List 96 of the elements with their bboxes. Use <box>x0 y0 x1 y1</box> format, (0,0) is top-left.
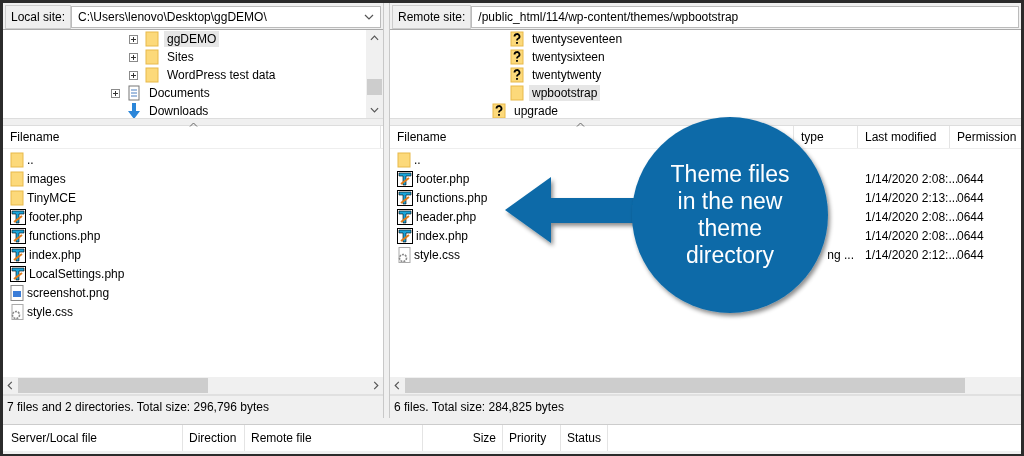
folder-icon <box>10 151 24 168</box>
scroll-left-icon[interactable] <box>7 381 13 390</box>
status-text: 7 files and 2 directories. Total size: 296,796 bytes <box>3 394 383 418</box>
scroll-left-icon[interactable] <box>394 381 400 390</box>
document-icon <box>127 85 141 101</box>
script-file-icon <box>397 227 413 244</box>
site-label: Local site: <box>5 4 72 29</box>
column-header[interactable]: Priority <box>509 431 547 445</box>
script-file-icon <box>10 227 26 244</box>
site-label: Remote site: <box>392 4 472 29</box>
scroll-up-icon[interactable] <box>370 35 379 41</box>
script-file-icon <box>397 208 413 225</box>
script-file-icon <box>397 189 413 206</box>
question-folder-icon <box>492 103 506 118</box>
table-cell: 0644 <box>957 190 984 205</box>
callout-text: Theme files in the new theme directory <box>670 161 790 269</box>
column-header[interactable]: Server/Local file <box>11 431 98 445</box>
gear-file-icon <box>10 303 24 320</box>
script-file-icon <box>10 265 26 282</box>
table-cell: 1/14/2020 2:08:... <box>865 209 959 224</box>
tree-item[interactable]: Documents <box>146 85 213 101</box>
column-header[interactable]: Filename <box>397 130 447 144</box>
scroll-right-icon[interactable] <box>373 381 379 390</box>
table-cell: 0644 <box>957 209 984 224</box>
file-name[interactable]: footer.php <box>390 170 470 187</box>
file-name[interactable]: .. <box>390 151 421 168</box>
folder-icon <box>145 31 159 47</box>
tree-item[interactable]: upgrade <box>511 103 562 118</box>
table-cell: 1/14/2020 2:12:... <box>865 247 959 262</box>
image-file-icon <box>10 284 24 301</box>
column-header[interactable]: type <box>801 130 824 144</box>
horizontal-scrollbar[interactable] <box>390 377 1021 394</box>
folder-icon <box>10 189 24 206</box>
folder-icon <box>145 49 159 65</box>
file-name[interactable]: images <box>3 170 66 187</box>
sort-caret-icon <box>576 122 585 127</box>
tree-item[interactable]: WordPress test data <box>164 67 279 83</box>
scroll-thumb[interactable] <box>367 79 382 95</box>
expand-icon[interactable] <box>111 88 120 98</box>
folder-icon <box>397 151 411 168</box>
question-folder-icon <box>510 67 524 83</box>
tree-item[interactable]: Downloads <box>146 103 212 118</box>
script-file-icon <box>397 170 413 187</box>
file-name[interactable]: style.css <box>3 303 73 320</box>
scrollbar[interactable] <box>366 30 383 118</box>
folder-icon <box>10 170 24 187</box>
dropdown-caret-icon <box>364 13 374 20</box>
folder-icon <box>145 67 159 83</box>
question-folder-icon <box>510 49 524 65</box>
path-field[interactable]: /public_html/114/wp-content/themes/wpbootstrap <box>471 5 1019 28</box>
table-cell: 0644 <box>957 247 984 262</box>
column-header[interactable]: Direction <box>189 431 237 445</box>
expand-icon[interactable] <box>129 52 138 62</box>
path-combobox[interactable]: C:\Users\lenovo\Desktop\ggDEMO\ <box>71 5 381 28</box>
file-name[interactable]: header.php <box>390 208 477 225</box>
table-cell: 1/14/2020 2:08:... <box>865 171 959 186</box>
gear-file-icon <box>397 246 411 263</box>
expand-icon[interactable] <box>129 70 138 80</box>
status-text: 6 files. Total size: 284,825 bytes <box>390 394 1021 418</box>
table-cell: ng ... <box>827 247 854 262</box>
pane-splitter[interactable] <box>390 118 1021 126</box>
sort-caret-icon <box>189 122 198 127</box>
scroll-down-icon[interactable] <box>370 107 379 113</box>
file-name[interactable]: index.php <box>3 246 82 263</box>
script-file-icon <box>10 208 26 225</box>
file-name[interactable]: footer.php <box>3 208 83 225</box>
table-cell: 1/14/2020 2:13:... <box>865 190 959 205</box>
horizontal-scrollbar[interactable] <box>3 377 383 394</box>
column-header[interactable]: Permission <box>957 130 1017 144</box>
tree-item[interactable]: twentysixteen <box>529 49 608 65</box>
column-header[interactable]: Size <box>472 431 496 445</box>
file-name[interactable]: LocalSettings.php <box>3 265 125 282</box>
column-header[interactable]: Last modified <box>865 130 937 144</box>
file-name[interactable]: TinyMCE <box>3 189 76 206</box>
table-cell: 0644 <box>957 171 984 186</box>
file-name[interactable]: style.css <box>390 246 460 263</box>
tree-item[interactable]: twentytwenty <box>529 67 605 83</box>
file-name[interactable]: functions.php <box>390 189 488 206</box>
expand-icon[interactable] <box>129 34 138 44</box>
tree-item[interactable]: ggDEMO <box>164 31 220 47</box>
file-name[interactable]: screenshot.png <box>3 284 110 301</box>
question-folder-icon <box>510 31 524 47</box>
column-header[interactable]: Status <box>567 431 602 445</box>
tree-item[interactable]: Sites <box>164 49 197 65</box>
table-cell: 1/14/2020 2:08:... <box>865 228 959 243</box>
column-header[interactable]: Remote file <box>251 431 312 445</box>
folder-icon <box>510 85 524 101</box>
column-header[interactable]: Filename <box>10 130 60 144</box>
download-arrow-icon <box>127 103 141 118</box>
table-cell: 0644 <box>957 228 984 243</box>
script-file-icon <box>10 246 26 263</box>
file-name[interactable]: .. <box>3 151 34 168</box>
tree-item[interactable]: twentyseventeen <box>529 31 626 47</box>
file-name[interactable]: index.php <box>390 227 469 244</box>
file-name[interactable]: functions.php <box>3 227 101 244</box>
tree-item[interactable]: wpbootstrap <box>529 85 601 101</box>
